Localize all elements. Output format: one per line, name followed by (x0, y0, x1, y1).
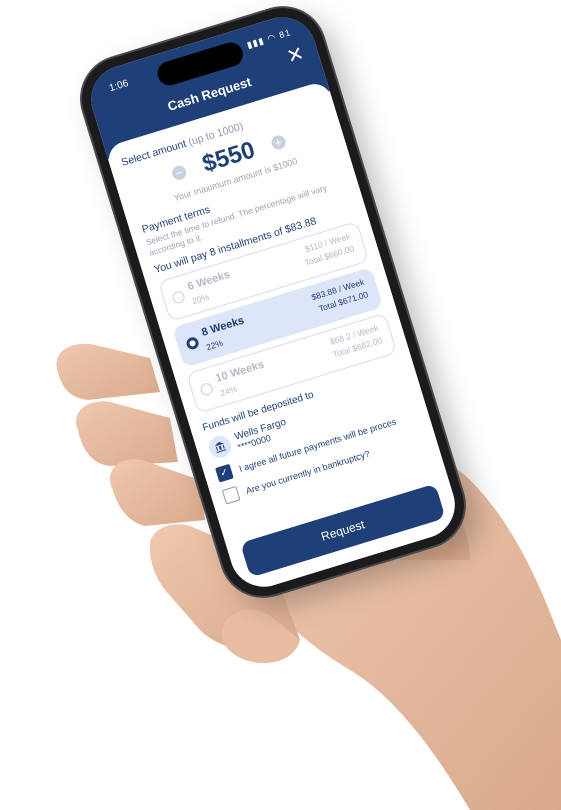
radio-button-selected[interactable] (185, 335, 201, 351)
increment-button[interactable]: + (269, 133, 288, 152)
option-percentage: 20% (190, 291, 211, 307)
bank-icon (206, 433, 234, 461)
bankruptcy-checkbox[interactable] (221, 485, 241, 505)
radio-button[interactable] (171, 289, 187, 305)
option-percentage: 24% (218, 383, 239, 399)
status-time: 1:06 (107, 78, 130, 95)
radio-button[interactable] (199, 381, 215, 397)
option-weeks: 6 Weeks (186, 268, 232, 293)
option-percentage: 22% (204, 337, 225, 353)
option-weeks: 10 Weeks (214, 358, 266, 385)
decrement-button[interactable]: − (170, 163, 189, 182)
option-weeks: 8 Weeks (200, 314, 246, 339)
future-payments-checkbox[interactable]: ✓ (215, 463, 234, 483)
